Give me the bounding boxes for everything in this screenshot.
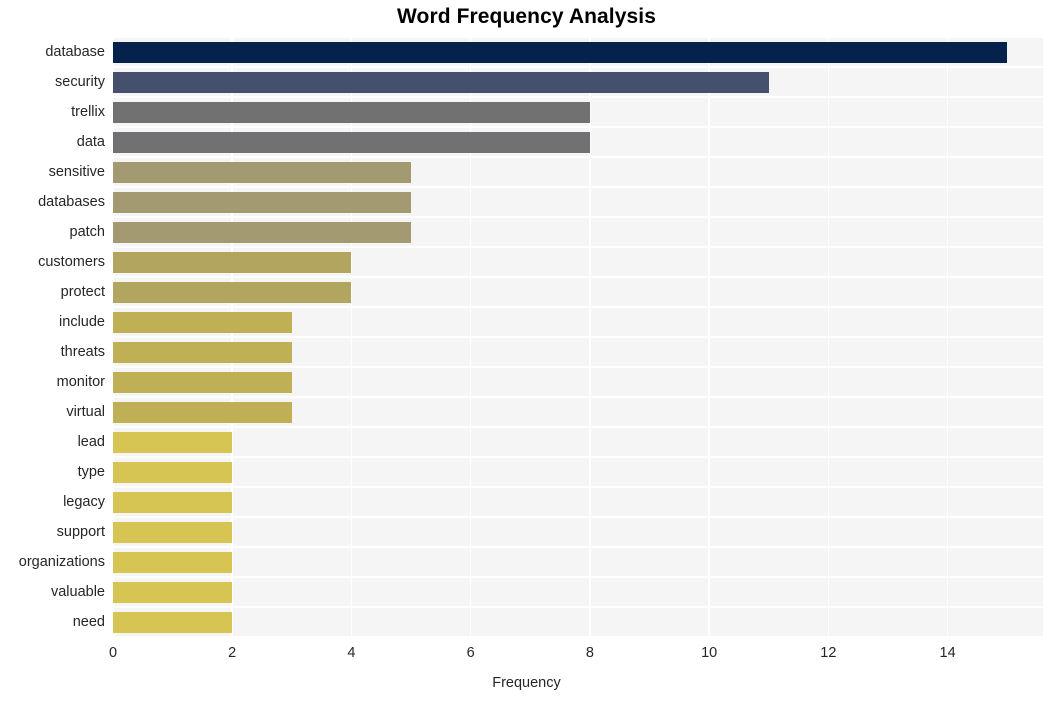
gridline-horizontal	[113, 486, 1043, 488]
y-axis-tick-label: type	[77, 464, 105, 480]
gridline-horizontal	[113, 516, 1043, 518]
gridline-horizontal	[113, 96, 1043, 98]
x-axis-tick-label: 0	[108, 645, 118, 661]
bar	[113, 191, 412, 213]
y-axis-tick-label: valuable	[50, 584, 105, 600]
x-axis-tick-labels: 0 2 4 6 8 10 12 14	[0, 645, 1053, 667]
y-axis-tick-label: security	[55, 74, 105, 90]
chart-title: Word Frequency Analysis	[396, 5, 657, 28]
gridline-horizontal	[113, 366, 1043, 368]
bar	[113, 401, 292, 423]
gridline-horizontal	[113, 276, 1043, 278]
bar	[113, 371, 292, 393]
gridline-horizontal	[113, 126, 1043, 128]
gridline-horizontal	[113, 576, 1043, 578]
bar	[113, 461, 233, 483]
y-axis-tick-label: database	[45, 44, 105, 60]
gridline-horizontal	[113, 306, 1043, 308]
y-axis-tick-label: support	[56, 524, 105, 540]
bar	[113, 101, 590, 123]
bar	[113, 71, 769, 93]
x-axis-title: Frequency	[492, 675, 561, 691]
y-axis-tick-label: include	[59, 314, 105, 330]
bar	[113, 311, 292, 333]
y-axis-tick-label: virtual	[66, 404, 105, 420]
gridline-horizontal	[113, 186, 1043, 188]
y-axis-tick-label: need	[72, 614, 105, 630]
bar	[113, 611, 233, 633]
chart-figure: Word Frequency Analysis database security…	[0, 0, 1053, 701]
gridline-horizontal	[113, 636, 1043, 637]
x-axis-tick-label: 6	[466, 645, 475, 661]
gridline-horizontal	[113, 66, 1043, 68]
y-axis-tick-label: legacy	[63, 494, 105, 510]
bar	[113, 581, 233, 603]
gridline-horizontal	[113, 456, 1043, 458]
bar	[113, 521, 233, 543]
gridline-horizontal	[113, 396, 1043, 398]
gridline-horizontal	[113, 336, 1043, 338]
bar	[113, 431, 233, 453]
x-axis-tick-label: 14	[939, 645, 956, 661]
gridline-horizontal	[113, 156, 1043, 158]
gridline-horizontal	[113, 426, 1043, 428]
gridline-horizontal	[113, 546, 1043, 548]
gridline-horizontal	[113, 37, 1043, 38]
bar	[113, 551, 233, 573]
y-axis-tick-label: protect	[60, 284, 105, 300]
gridline-horizontal	[113, 606, 1043, 608]
bar	[113, 221, 412, 243]
bar	[113, 131, 590, 153]
y-axis-tick-labels: database security trellix data sensitive data…	[0, 37, 105, 637]
gridline-horizontal	[113, 246, 1043, 248]
x-axis-tick-label: 2	[228, 645, 237, 661]
bar	[113, 281, 352, 303]
y-axis-tick-label: databases	[38, 194, 105, 210]
y-axis-tick-label: customers	[38, 254, 105, 270]
x-axis-tick-label: 4	[347, 645, 356, 661]
y-axis-tick-label: trellix	[71, 104, 105, 120]
y-axis-tick-label: data	[76, 134, 105, 150]
x-axis-tick-label: 8	[585, 645, 594, 661]
plot-area	[113, 37, 1043, 637]
y-axis-tick-label: organizations	[18, 554, 105, 570]
bar	[113, 251, 352, 273]
y-axis-tick-label: patch	[69, 224, 105, 240]
gridline-horizontal	[113, 216, 1043, 218]
x-axis-tick-label: 12	[820, 645, 837, 661]
bar	[113, 491, 233, 513]
bar	[113, 41, 1008, 63]
bar	[113, 161, 412, 183]
y-axis-tick-label: sensitive	[48, 164, 105, 180]
y-axis-tick-label: monitor	[56, 374, 105, 390]
y-axis-tick-label: threats	[60, 344, 105, 360]
bar	[113, 341, 292, 363]
y-axis-tick-label: lead	[77, 434, 105, 450]
x-axis-tick-label: 10	[701, 645, 718, 661]
